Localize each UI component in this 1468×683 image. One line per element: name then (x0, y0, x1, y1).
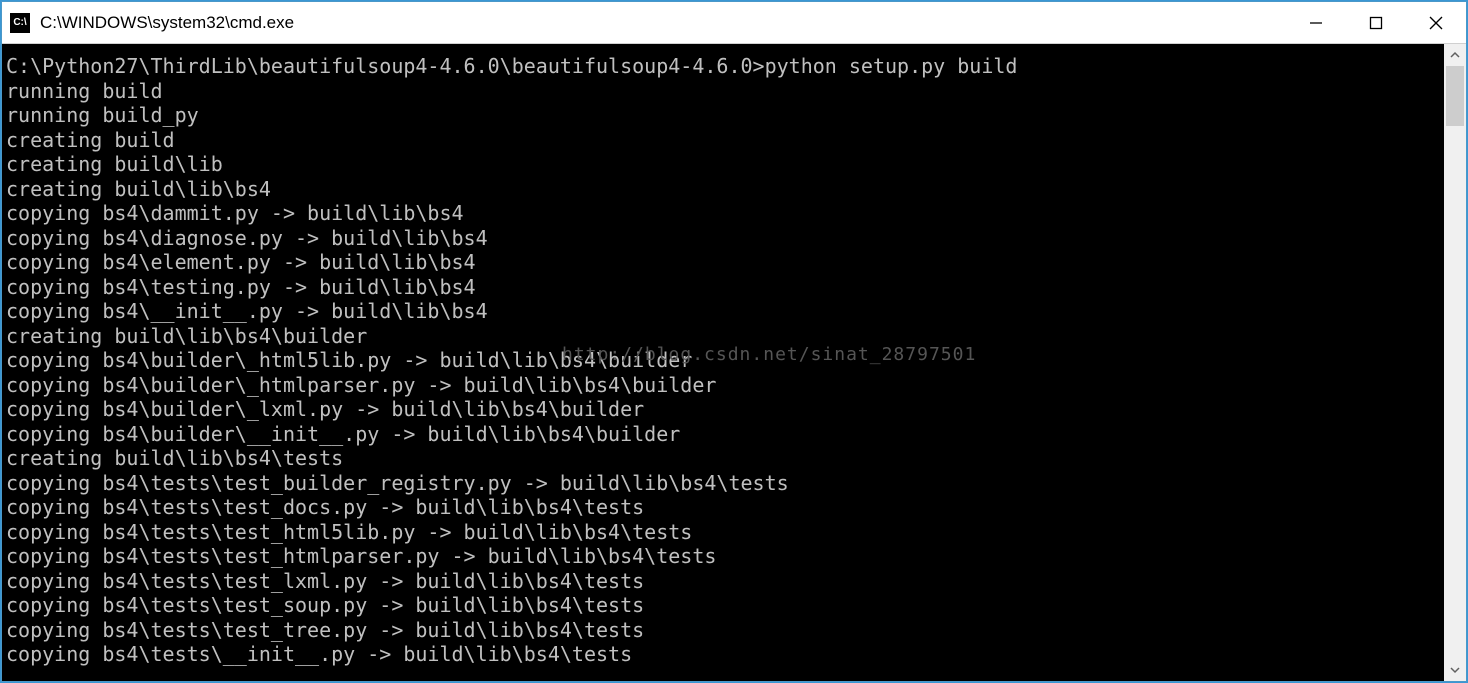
output-line: copying bs4\diagnose.py -> build\lib\bs4 (6, 226, 1444, 251)
window-controls (1286, 2, 1466, 43)
output-line: copying bs4\tests\test_lxml.py -> build\… (6, 569, 1444, 594)
output-line: copying bs4\testing.py -> build\lib\bs4 (6, 275, 1444, 300)
terminal-output[interactable]: C:\Python27\ThirdLib\beautifulsoup4-4.6.… (2, 44, 1444, 681)
output-line: copying bs4\builder\_lxml.py -> build\li… (6, 397, 1444, 422)
titlebar[interactable]: C:\ C:\WINDOWS\system32\cmd.exe (2, 2, 1466, 44)
output-line: creating build\lib\bs4 (6, 177, 1444, 202)
prompt-line: C:\Python27\ThirdLib\beautifulsoup4-4.6.… (6, 54, 1444, 79)
vertical-scrollbar[interactable] (1444, 44, 1466, 681)
scroll-up-arrow-icon[interactable] (1444, 44, 1466, 66)
close-button[interactable] (1406, 2, 1466, 43)
output-line: copying bs4\element.py -> build\lib\bs4 (6, 250, 1444, 275)
cmd-icon: C:\ (10, 13, 30, 33)
output-line: creating build\lib (6, 152, 1444, 177)
output-line: running build_py (6, 103, 1444, 128)
output-line: creating build\lib\bs4\builder (6, 324, 1444, 349)
window-title: C:\WINDOWS\system32\cmd.exe (40, 13, 294, 33)
terminal-area: C:\Python27\ThirdLib\beautifulsoup4-4.6.… (2, 44, 1466, 681)
cmd-window: C:\ C:\WINDOWS\system32\cmd.exe C:\Pytho… (1, 1, 1467, 682)
output-line: copying bs4\dammit.py -> build\lib\bs4 (6, 201, 1444, 226)
maximize-button[interactable] (1346, 2, 1406, 43)
output-line: running build (6, 79, 1444, 104)
output-line: copying bs4\builder\_htmlparser.py -> bu… (6, 373, 1444, 398)
output-line: copying bs4\__init__.py -> build\lib\bs4 (6, 299, 1444, 324)
output-line: copying bs4\tests\test_tree.py -> build\… (6, 618, 1444, 643)
output-line: creating build\lib\bs4\tests (6, 446, 1444, 471)
output-line: copying bs4\builder\__init__.py -> build… (6, 422, 1444, 447)
output-line: copying bs4\tests\test_builder_registry.… (6, 471, 1444, 496)
output-line: copying bs4\tests\__init__.py -> build\l… (6, 642, 1444, 667)
output-line: copying bs4\builder\_html5lib.py -> buil… (6, 348, 1444, 373)
output-line: copying bs4\tests\test_docs.py -> build\… (6, 495, 1444, 520)
scrollbar-thumb[interactable] (1446, 66, 1464, 126)
output-line: creating build (6, 128, 1444, 153)
output-line: copying bs4\tests\test_html5lib.py -> bu… (6, 520, 1444, 545)
scroll-down-arrow-icon[interactable] (1444, 659, 1466, 681)
output-line: copying bs4\tests\test_soup.py -> build\… (6, 593, 1444, 618)
minimize-button[interactable] (1286, 2, 1346, 43)
output-line: copying bs4\tests\test_htmlparser.py -> … (6, 544, 1444, 569)
